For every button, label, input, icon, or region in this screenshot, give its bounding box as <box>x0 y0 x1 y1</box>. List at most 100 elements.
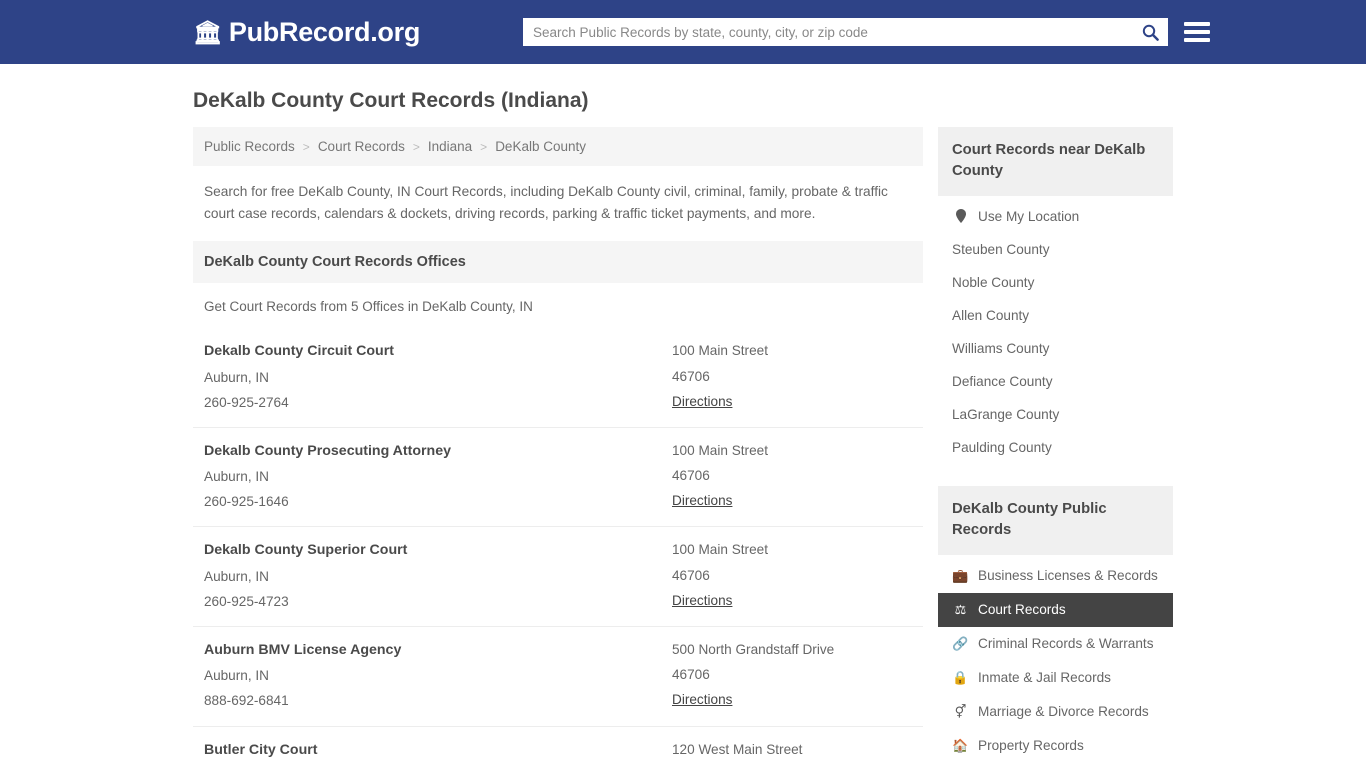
office-directions-link[interactable]: Directions <box>672 488 732 513</box>
office-zip: 46706 <box>672 368 710 384</box>
breadcrumb-separator: > <box>302 139 310 154</box>
page-container: DeKalb County Court Records (Indiana) Pu… <box>0 89 1366 768</box>
office-street: 100 Main Street <box>672 343 768 359</box>
sidebar-record-type-item[interactable]: 💼 Business Licenses & Records <box>938 559 1173 593</box>
office-zip: 46721 <box>672 762 912 768</box>
sidebar-item-label: LaGrange County <box>952 406 1060 422</box>
search-icon[interactable] <box>1142 24 1159 41</box>
venus-mars-icon: ⚥ <box>954 703 967 719</box>
office-phone: 260-925-4723 <box>204 593 289 609</box>
sidebar-nearby-county[interactable]: Noble County <box>938 266 1173 299</box>
hamburger-bar <box>1184 38 1211 42</box>
sidebar-record-type-item[interactable]: ⚥ Marriage & Divorce Records <box>938 695 1173 729</box>
office-phone: 260-925-2764 <box>204 394 289 410</box>
sidebar-public-records-heading: DeKalb County Public Records <box>938 485 1173 555</box>
sidebar-item-label: Williams County <box>952 340 1050 356</box>
office-left-col: Butler City CourtButler, IN260-868-2441 <box>204 737 672 768</box>
office-right-col: 500 North Grandstaff Drive 46706 Direction… <box>672 637 912 714</box>
hamburger-bar <box>1184 30 1211 34</box>
sidebar-use-my-location[interactable]: Use My Location <box>938 200 1173 233</box>
sidebar-record-type-item[interactable]: 🔗 Criminal Records & Warrants <box>938 627 1173 661</box>
search-box[interactable] <box>523 18 1169 46</box>
sidebar-record-type-item[interactable]: 🏠 Property Records <box>938 729 1173 763</box>
search-input[interactable] <box>523 18 1169 46</box>
sidebar-item-label: Noble County <box>952 274 1035 290</box>
sidebar-nearby-county[interactable]: Paulding County <box>938 431 1173 464</box>
page-title: DeKalb County Court Records (Indiana) <box>193 89 589 112</box>
office-left-col: Dekalb County Superior Court Auburn, IN 26… <box>204 537 672 614</box>
sidebar-item-label: Allen County <box>952 307 1030 323</box>
sidebar-nearby-county[interactable]: Williams County <box>938 332 1173 365</box>
sidebar-nearby-county[interactable]: Defiance County <box>938 365 1173 398</box>
content-columns: Public Records > Court Records > Indiana > DeK… <box>193 127 1173 768</box>
site-header: 🏛 PubRecord.org <box>0 0 1366 64</box>
office-street: 100 Main Street <box>672 542 768 558</box>
lock-icon: 🔒 <box>952 669 969 685</box>
sidebar-record-type-item[interactable]: 🔒 Inmate & Jail Records <box>938 661 1173 695</box>
hamburger-bar <box>1184 22 1211 26</box>
main-content: Public Records > Court Records > Indiana > DeK… <box>193 127 923 768</box>
office-right-col: 100 Main Street 46706 Directions <box>672 338 912 415</box>
offices-list: Dekalb County Circuit Court Auburn, IN 260… <box>193 328 923 768</box>
logo-text: PubRecord.org <box>228 16 421 47</box>
office-directions-link[interactable]: Directions <box>672 687 732 712</box>
sidebar-nearby-county[interactable]: LaGrange County <box>938 398 1173 431</box>
sidebar-nearby-county[interactable]: Allen County <box>938 299 1173 332</box>
office-row: Auburn BMV License Agency Auburn, IN 888-6… <box>193 626 923 726</box>
office-name[interactable]: Dekalb County Circuit Court <box>204 338 672 364</box>
office-city: Auburn, IN <box>204 369 269 385</box>
office-row: Dekalb County Prosecuting Attorney Auburn… <box>193 426 923 527</box>
office-city: Butler, IN <box>204 763 672 768</box>
breadcrumb-item[interactable]: Indiana <box>428 139 472 154</box>
office-left-col: Dekalb County Prosecuting Attorney Auburn… <box>204 438 672 515</box>
office-zip: 46706 <box>672 567 710 583</box>
bank-icon: 🏛 <box>193 18 222 45</box>
breadcrumb-separator: > <box>480 139 488 154</box>
office-directions-link[interactable]: Directions <box>672 389 732 414</box>
office-name[interactable]: Butler City Court <box>204 737 672 763</box>
office-row: Dekalb County Circuit Court Auburn, IN 260… <box>193 328 923 427</box>
sidebar-record-type-item[interactable]: ⚖ Court Records <box>938 592 1173 627</box>
office-street: 100 Main Street <box>672 442 768 458</box>
office-phone: 260-925-1646 <box>204 494 289 510</box>
office-street: 120 West Main Street <box>672 741 803 757</box>
sidebar-nearby-county[interactable]: Steuben County <box>938 233 1173 266</box>
site-logo[interactable]: 🏛 PubRecord.org <box>193 17 420 48</box>
sidebar-public-records-block: DeKalb County Public Records 💼 Business L… <box>938 485 1173 763</box>
office-directions-link[interactable]: Directions <box>672 588 732 613</box>
office-zip: 46706 <box>672 667 710 683</box>
office-name[interactable]: Auburn BMV License Agency <box>204 637 672 663</box>
breadcrumb-separator: > <box>412 139 420 154</box>
sidebar-item-label: Inmate & Jail Records <box>978 670 1111 686</box>
office-row: Dekalb County Superior Court Auburn, IN 26… <box>193 526 923 626</box>
office-city: Auburn, IN <box>204 668 269 684</box>
handcuffs-icon: 🔗 <box>952 635 969 651</box>
office-city: Auburn, IN <box>204 469 269 485</box>
sidebar-item-label: Marriage & Divorce Records <box>978 704 1149 720</box>
office-street: 500 North Grandstaff Drive <box>672 642 835 658</box>
office-zip: 46706 <box>672 468 710 484</box>
sidebar-item-label: Criminal Records & Warrants <box>978 636 1154 652</box>
breadcrumb: Public Records > Court Records > Indiana > DeK… <box>193 127 923 166</box>
office-name[interactable]: Dekalb County Superior Court <box>204 537 672 563</box>
office-row: Butler City CourtButler, IN260-868-24411… <box>193 725 923 768</box>
office-right-col: 100 Main Street 46706 Directions <box>672 537 912 614</box>
office-left-col: Dekalb County Circuit Court Auburn, IN 260… <box>204 338 672 415</box>
office-right-col: 120 West Main Street46721Directions <box>672 737 912 768</box>
sidebar-item-label: Defiance County <box>952 373 1053 389</box>
scales-balance-icon: ⚖ <box>954 601 967 617</box>
sidebar-item-label: Property Records <box>978 738 1084 754</box>
office-phone: 888-692-6841 <box>204 693 289 709</box>
sidebar-item-label: Steuben County <box>952 241 1050 257</box>
search-area <box>523 18 1211 46</box>
offices-count-text: Get Court Records from 5 Offices in DeKa… <box>204 299 533 315</box>
office-name[interactable]: Dekalb County Prosecuting Attorney <box>204 438 672 464</box>
breadcrumb-item[interactable]: DeKalb County <box>495 139 586 154</box>
briefcase-icon: 💼 <box>952 567 969 583</box>
breadcrumb-item[interactable]: Public Records <box>204 139 295 154</box>
sidebar-public-records-list: 💼 Business Licenses & Records ⚖ Court Recor… <box>938 555 1173 763</box>
office-left-col: Auburn BMV License Agency Auburn, IN 888-6… <box>204 637 672 714</box>
breadcrumb-item[interactable]: Court Records <box>318 139 405 154</box>
hamburger-menu-icon[interactable] <box>1184 22 1211 42</box>
offices-section-heading: DeKalb County Court Records Offices <box>193 241 923 284</box>
